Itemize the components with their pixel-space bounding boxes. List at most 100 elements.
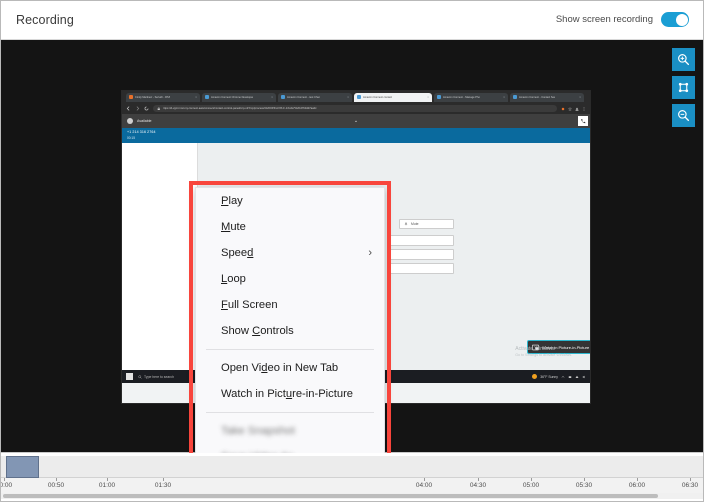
lock-icon	[157, 107, 160, 110]
contact-attribute-field[interactable]	[387, 263, 454, 274]
menu-item-open-video-in-new-tab[interactable]: Open Video in New Tab	[196, 355, 384, 381]
agent-status-label: Available	[137, 119, 152, 123]
timeline-tick	[163, 478, 164, 481]
favicon-icon	[437, 95, 441, 100]
menu-item-save-video-as[interactable]: Save Video As...	[196, 444, 384, 453]
menu-item-watch-in-picture-in-picture[interactable]: Watch in Picture-in-Picture	[196, 381, 384, 407]
zoom-in-button[interactable]	[672, 48, 695, 71]
forward-arrow-icon[interactable]	[135, 106, 140, 111]
toggle-knob	[675, 13, 688, 26]
favicon-icon	[281, 95, 285, 100]
timeline-tick	[107, 478, 108, 481]
phone-icon	[581, 119, 586, 124]
zoom-in-icon	[678, 54, 690, 66]
browser-tab-active[interactable]: Amazon Connect contact ×	[354, 92, 432, 102]
menu-separator	[206, 349, 374, 350]
menu-item-loop[interactable]: Loop	[196, 266, 384, 292]
connect-left-pane	[122, 143, 198, 383]
address-bar-url: https://d-vgn1 inst.my.connect.aws/conne…	[162, 107, 317, 110]
search-icon	[138, 374, 142, 379]
zoom-out-icon	[678, 110, 690, 122]
browser-tab[interactable]: Amazon Connect - test Chat ×	[278, 92, 352, 102]
contact-phone-number: +1 214 316 2764	[127, 130, 156, 134]
close-icon[interactable]: ×	[195, 95, 197, 99]
microphone-icon	[404, 222, 408, 226]
timeline-scrollbar[interactable]	[1, 493, 703, 499]
menu-item-mute[interactable]: Mute	[196, 214, 384, 240]
browser-tab[interactable]: Amazon Connect - Manage Pho ×	[434, 92, 508, 102]
address-bar[interactable]: https://d-vgn1 inst.my.connect.aws/conne…	[153, 104, 557, 113]
header-bar: Recording Show screen recording	[1, 1, 703, 40]
chevron-right-icon: ›	[368, 247, 372, 259]
network-icon[interactable]	[575, 375, 579, 379]
contact-attribute-field[interactable]	[387, 235, 454, 246]
menu-item-play[interactable]: Play	[196, 188, 384, 214]
tray-chevron-up-icon[interactable]	[561, 375, 565, 379]
profile-icon[interactable]	[575, 107, 579, 111]
zoom-out-button[interactable]	[672, 104, 695, 127]
active-contact-bar: +1 214 316 2764 00:15	[122, 128, 590, 143]
activate-windows-watermark: Activate Windows Go to Settings to activ…	[515, 346, 572, 357]
zoom-toolbar	[672, 48, 695, 127]
browser-tab-label: Amazon Connect - Contact Sea	[519, 95, 556, 99]
timeline-track[interactable]	[1, 456, 703, 478]
menu-item-speed[interactable]: Speed ›	[196, 240, 384, 266]
close-icon[interactable]: ×	[271, 95, 273, 99]
contact-attribute-field[interactable]	[387, 249, 454, 260]
recording-canvas[interactable]: Cindy Martinez - Servidr - RSS × Amazon …	[1, 40, 703, 453]
menu-item-full-screen[interactable]: Full Screen	[196, 292, 384, 318]
timeline-tick	[531, 478, 532, 481]
show-screen-recording-toggle[interactable]	[661, 12, 689, 27]
menu-separator	[206, 412, 374, 413]
browser-tab-strip: Cindy Martinez - Servidr - RSS × Amazon …	[122, 91, 590, 103]
timeline-scrollbar-thumb[interactable]	[3, 494, 658, 498]
menu-item-show-controls[interactable]: Show Controls	[196, 318, 384, 344]
bookmark-star-icon[interactable]	[568, 106, 572, 111]
close-icon[interactable]: ×	[503, 95, 505, 99]
timeline-tick-label: 01:30	[154, 482, 172, 489]
browser-tab[interactable]: Amazon Connect - Contact Sea ×	[510, 92, 584, 102]
reload-icon[interactable]	[144, 106, 149, 111]
timeline-tick-label: 06:00	[628, 482, 646, 489]
timeline-selection-block[interactable]	[6, 456, 39, 478]
recording-timeline[interactable]: 00:00 00:50 01:00 01:30 04:00 04:30 05:0…	[1, 452, 703, 501]
timeline-tick-label: 01:00	[98, 482, 116, 489]
chevron-down-icon[interactable]: ⌄	[354, 118, 358, 124]
taskbar-search[interactable]: Type here to search	[138, 375, 174, 379]
connect-status-bar: Available ⌄	[122, 114, 590, 128]
menu-item-take-snapshot[interactable]: Take Snapshot	[196, 418, 384, 444]
show-screen-recording-control[interactable]: Show screen recording	[556, 12, 689, 27]
timeline-tick	[56, 478, 57, 481]
back-arrow-icon[interactable]	[126, 106, 131, 111]
battery-icon[interactable]	[568, 375, 572, 379]
timeline-tick	[4, 478, 5, 481]
dial-number-button[interactable]	[578, 116, 588, 126]
windows-start-icon[interactable]	[126, 373, 133, 380]
browser-tab-label: Amazon Connect - test Chat	[287, 95, 320, 99]
close-icon[interactable]: ×	[579, 95, 581, 99]
favicon-icon	[357, 95, 361, 100]
extensions-icon[interactable]	[561, 107, 565, 111]
weather-label: 36°F Sunny	[540, 374, 558, 379]
timeline-tick	[690, 478, 691, 481]
close-icon[interactable]: ×	[427, 95, 429, 99]
volume-icon[interactable]	[582, 375, 586, 379]
browser-omnibox-bar: https://d-vgn1 inst.my.connect.aws/conne…	[122, 103, 590, 114]
browser-tab[interactable]: Amazon Connect Chrome Developer ×	[202, 92, 276, 102]
close-icon[interactable]: ×	[347, 95, 349, 99]
watermark-title: Activate Windows	[515, 346, 555, 352]
fit-to-screen-button[interactable]	[672, 76, 695, 99]
browser-tab-label: Amazon Connect contact	[363, 95, 392, 99]
video-context-menu[interactable]: Play Mute Speed › Loop Full Screen Show …	[195, 187, 385, 453]
browser-tab-label: Cindy Martinez - Servidr - RSS	[135, 95, 171, 99]
mute-control[interactable]: Mute	[399, 219, 454, 229]
browser-tab-label: Amazon Connect - Manage Pho	[443, 95, 480, 99]
contact-timer: 00:15	[127, 135, 135, 140]
timeline-tick-label: 04:30	[469, 482, 487, 489]
browser-tab[interactable]: Cindy Martinez - Servidr - RSS ×	[126, 92, 200, 102]
page-title: Recording	[16, 13, 74, 27]
timeline-tick	[478, 478, 479, 481]
watermark-subtitle: Go to Settings to activate Windows.	[515, 353, 572, 357]
browser-menu-icon[interactable]	[582, 106, 586, 111]
timeline-tick-label: 04:00	[415, 482, 433, 489]
